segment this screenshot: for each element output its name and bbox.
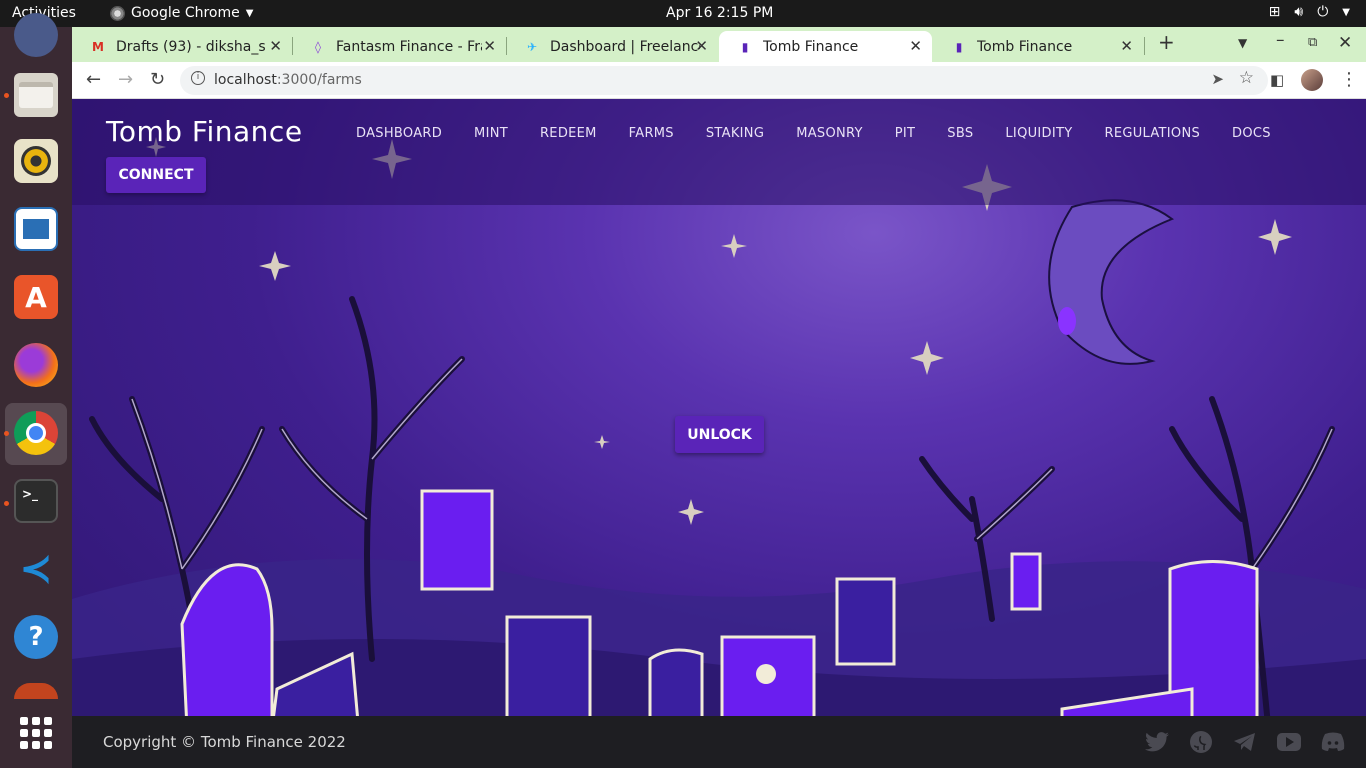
restore-icon[interactable]: ⧉ (1308, 35, 1317, 50)
web-page: Tomb Finance DASHBOARD MINT REDEEM FARMS… (72, 99, 1366, 768)
nav-link-dashboard[interactable]: DASHBOARD (356, 126, 442, 141)
close-tab-icon[interactable]: ✕ (1120, 37, 1133, 55)
app-menu[interactable]: Google Chrome ▼ (110, 5, 253, 21)
chrome-icon[interactable] (14, 411, 58, 455)
close-tab-icon[interactable]: ✕ (483, 37, 496, 55)
minimize-icon[interactable]: – (1276, 30, 1285, 50)
browser-toolbar: ← → ↻ i localhost:3000/farms ➤ ☆ ◧ ⋮ (72, 62, 1366, 99)
writer-icon[interactable] (14, 207, 58, 251)
firefox-icon[interactable] (14, 343, 58, 387)
chevron-down-icon: ▼ (1342, 7, 1350, 18)
tab-fantasm[interactable]: ◊ Fantasm Finance - Fra ✕ (292, 31, 506, 62)
files-icon[interactable] (14, 73, 58, 117)
unlock-button[interactable]: UNLOCK (675, 416, 764, 453)
tab-title: Tomb Finance (977, 38, 1073, 55)
site-navbar: Tomb Finance DASHBOARD MINT REDEEM FARMS… (72, 99, 1366, 205)
nav-link-staking[interactable]: STAKING (706, 126, 764, 141)
github-icon[interactable] (1188, 731, 1214, 753)
nav-link-redeem[interactable]: REDEEM (540, 126, 597, 141)
menu-kebab-icon[interactable]: ⋮ (1340, 69, 1358, 90)
fantasm-icon: ◊ (315, 39, 321, 54)
partial-app-icon[interactable] (14, 13, 58, 57)
software-store-icon[interactable]: A (14, 275, 58, 319)
running-indicator (4, 431, 9, 436)
running-indicator (4, 501, 9, 506)
discord-icon[interactable] (1320, 731, 1346, 753)
tomb-icon: ▮ (955, 39, 963, 54)
profile-avatar[interactable] (1301, 69, 1323, 91)
side-panel-icon[interactable]: ◧ (1270, 71, 1284, 89)
site-nav-links: DASHBOARD MINT REDEEM FARMS STAKING MASO… (356, 126, 1303, 141)
show-apps-icon[interactable] (20, 717, 52, 749)
power-icon: ⏻ (1317, 4, 1329, 20)
tab-title: Fantasm Finance - Fra (336, 38, 482, 55)
tab-separator (1144, 37, 1145, 55)
close-tab-icon[interactable]: ✕ (695, 37, 708, 55)
terminal-icon[interactable]: >_ (14, 479, 58, 523)
youtube-icon[interactable] (1276, 731, 1302, 753)
app-menu-label: Google Chrome (131, 5, 240, 21)
tab-strip: M Drafts (93) - diksha_sh ✕ ◊ Fantasm Fi… (72, 27, 1366, 62)
site-footer: Copyright © Tomb Finance 2022 (72, 716, 1366, 768)
rhythmbox-icon[interactable] (14, 139, 58, 183)
clock[interactable]: Apr 16 2:15 PM (666, 5, 773, 21)
back-icon[interactable]: ← (86, 69, 101, 90)
twitter-icon[interactable] (1144, 731, 1170, 753)
tab-freelancer[interactable]: ✈ Dashboard | Freelance ✕ (506, 31, 718, 62)
nav-link-regulations[interactable]: REGULATIONS (1104, 126, 1200, 141)
telegram-icon[interactable] (1232, 731, 1258, 753)
system-top-bar: Activities Google Chrome ▼ Apr 16 2:15 P… (0, 0, 1366, 27)
chevron-down-icon: ▼ (245, 7, 254, 19)
tab-title: Tomb Finance (763, 38, 859, 55)
nav-link-liquidity[interactable]: LIQUIDITY (1005, 126, 1072, 141)
network-icon: ⊞ (1268, 4, 1281, 20)
new-tab-icon[interactable]: + (1158, 30, 1175, 54)
nav-link-farms[interactable]: FARMS (629, 126, 674, 141)
tab-title: Drafts (93) - diksha_sh (116, 38, 266, 55)
nav-link-docs[interactable]: DOCS (1232, 126, 1271, 141)
chrome-icon (110, 5, 125, 21)
gmail-icon: M (92, 39, 104, 54)
social-links (1144, 731, 1346, 753)
tab-search-icon[interactable]: ▼ (1238, 36, 1247, 50)
site-info-icon[interactable]: i (191, 71, 205, 85)
system-tray[interactable]: ⊞ 🔊︎ ⏻ ▼ (1269, 4, 1350, 20)
url-text[interactable]: localhost:3000/farms (214, 72, 362, 88)
connect-button[interactable]: CONNECT (106, 157, 206, 193)
reload-icon[interactable]: ↻ (150, 69, 165, 90)
copyright-text: Copyright © Tomb Finance 2022 (103, 733, 346, 751)
bookmark-star-icon[interactable]: ☆ (1239, 68, 1254, 88)
tab-gmail[interactable]: M Drafts (93) - diksha_sh ✕ (72, 31, 292, 62)
close-tab-icon[interactable]: ✕ (269, 37, 282, 55)
site-brand[interactable]: Tomb Finance (106, 115, 303, 148)
nav-link-sbs[interactable]: SBS (947, 126, 973, 141)
close-tab-icon[interactable]: ✕ (909, 37, 922, 55)
vscode-icon[interactable]: ≺ (14, 546, 58, 592)
tab-tomb-finance-active[interactable]: ▮ Tomb Finance ✕ (719, 31, 932, 62)
nav-link-pit[interactable]: PIT (895, 126, 916, 141)
running-indicator (4, 93, 9, 98)
nav-link-masonry[interactable]: MASONRY (796, 126, 863, 141)
freelancer-icon: ✈ (526, 39, 538, 54)
dock: A >_ ≺ ? (0, 13, 72, 768)
close-window-icon[interactable]: ✕ (1338, 33, 1352, 53)
address-bar[interactable]: i localhost:3000/farms ➤ ☆ (180, 66, 1268, 95)
partial-app-icon[interactable] (14, 683, 58, 699)
tab-title: Dashboard | Freelance (550, 38, 700, 55)
send-icon[interactable]: ➤ (1211, 70, 1224, 88)
tomb-icon: ▮ (741, 39, 749, 54)
help-icon[interactable]: ? (14, 615, 58, 659)
nav-link-mint[interactable]: MINT (474, 126, 508, 141)
tab-tomb-finance[interactable]: ▮ Tomb Finance ✕ (933, 31, 1143, 62)
volume-icon: 🔊︎ (1294, 4, 1304, 20)
forward-icon[interactable]: → (118, 69, 133, 90)
